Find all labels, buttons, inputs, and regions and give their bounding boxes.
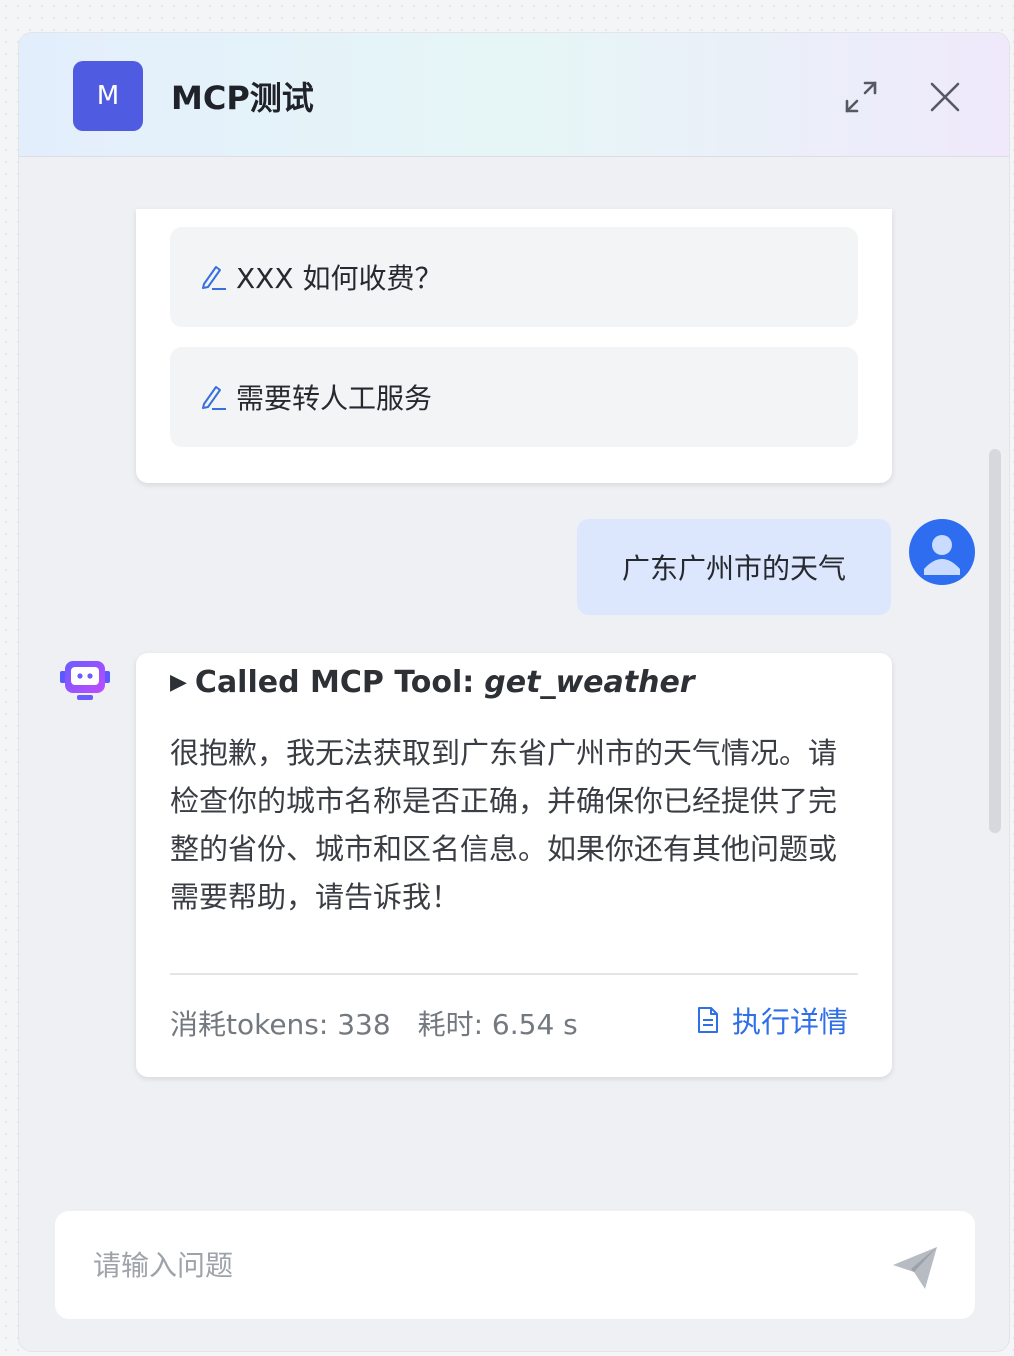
scrollbar[interactable] xyxy=(989,449,1001,833)
tool-call-label: Called MCP Tool: xyxy=(194,665,475,700)
suggestion-card: XXX 如何收费？ 需要转人工服务 xyxy=(136,209,892,483)
edit-icon xyxy=(202,266,226,290)
execution-details-link[interactable]: 执行详情 xyxy=(694,999,848,1041)
user-icon xyxy=(924,535,960,575)
elapsed-time: 耗时: 6.54 s xyxy=(417,1008,578,1041)
send-icon xyxy=(893,1247,937,1289)
suggestion-item[interactable]: 需要转人工服务 xyxy=(170,347,858,447)
tool-name: get_weather xyxy=(484,665,695,700)
disclosure-triangle-icon: ▶ xyxy=(170,670,187,695)
user-avatar xyxy=(909,519,975,585)
suggestion-label: XXX 如何收费？ xyxy=(236,262,443,295)
tool-call-summary[interactable]: ▶ Called MCP Tool: get_weather xyxy=(170,665,695,700)
chat-header: M MCP测试 xyxy=(19,33,1009,157)
divider xyxy=(170,973,858,975)
expand-icon xyxy=(845,81,877,113)
suggestion-label: 需要转人工服务 xyxy=(236,382,433,415)
answer-text: 很抱歉，我无法获取到广东省广州市的天气情况。请检查你的城市名称是否正确，并确保你… xyxy=(170,736,838,914)
app-avatar: M xyxy=(73,61,143,131)
edit-icon xyxy=(202,386,226,410)
close-icon xyxy=(930,82,960,112)
send-button[interactable] xyxy=(887,1239,943,1295)
execution-details-label: 执行详情 xyxy=(732,1005,849,1039)
user-message-bubble: 广东广州市的天气 xyxy=(577,519,891,615)
message-list[interactable]: XXX 如何收费？ 需要转人工服务 广东广州市的天气 ▶ Called MCP … xyxy=(19,157,1009,1197)
close-button[interactable] xyxy=(925,77,965,117)
chat-window: M MCP测试 XXX 如何收费？ 需要转人工服务 广东广州市的天气 ▶ Cal… xyxy=(18,32,1010,1352)
bot-icon xyxy=(60,661,110,700)
message-input[interactable] xyxy=(93,1241,853,1289)
bot-avatar xyxy=(57,657,113,705)
bot-answer-card: ▶ Called MCP Tool: get_weather 很抱歉，我无法获取… xyxy=(136,653,892,1077)
answer-meta: 消耗tokens: 338 耗时: 6.54 s xyxy=(170,1003,578,1043)
token-count: 消耗tokens: 338 xyxy=(170,1008,391,1041)
document-icon xyxy=(698,1007,718,1033)
expand-button[interactable] xyxy=(841,77,881,117)
chat-title: MCP测试 xyxy=(171,79,314,117)
message-input-box xyxy=(55,1211,975,1319)
suggestion-item[interactable]: XXX 如何收费？ xyxy=(170,227,858,327)
